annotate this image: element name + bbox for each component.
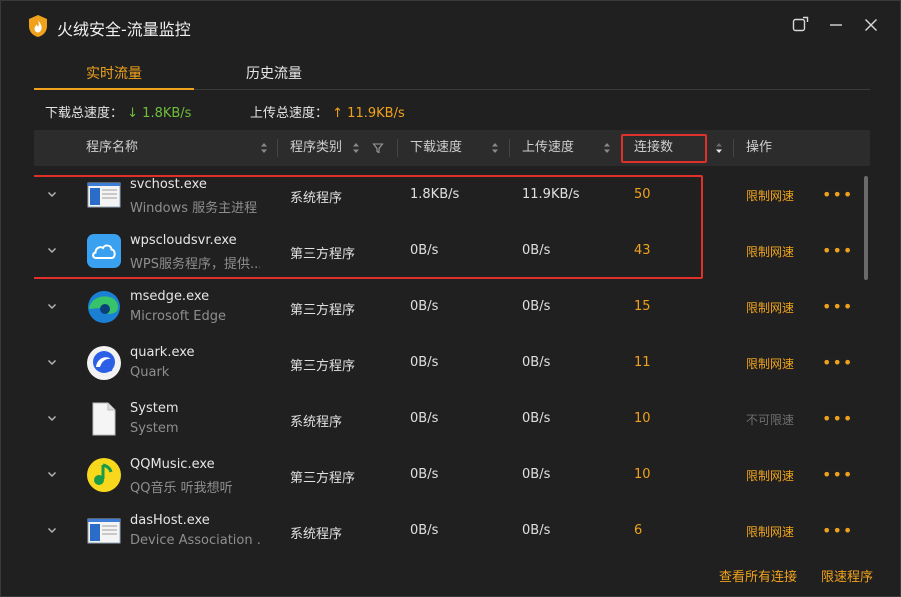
- more-options-button[interactable]: •••: [822, 465, 853, 484]
- tab-history-traffic[interactable]: 历史流量: [194, 63, 354, 83]
- sort-icon[interactable]: [491, 141, 499, 155]
- download-speed: 0B/s: [410, 523, 439, 538]
- highlight-box-connections: [621, 134, 707, 163]
- connection-count: 6: [634, 523, 643, 538]
- more-options-button[interactable]: •••: [822, 185, 853, 204]
- speed-limit-unavailable: 不可限速: [746, 413, 795, 427]
- process-description: Microsoft Edge: [130, 309, 227, 324]
- sort-icon[interactable]: [603, 141, 611, 155]
- chevron-down-icon[interactable]: [46, 524, 58, 536]
- column-header-action: 操作: [746, 140, 773, 155]
- qqmusic-icon: [86, 457, 122, 493]
- process-category: 第三方程序: [290, 359, 356, 374]
- table-row[interactable]: QQMusic.exe QQ音乐 听我想听 第三方程序 0B/s 0B/s 10…: [34, 448, 870, 504]
- view-all-connections-link[interactable]: 查看所有连接: [719, 566, 797, 585]
- table-row[interactable]: System System 系统程序 0B/s 0B/s 10 不可限速 •••: [34, 392, 870, 448]
- connection-count: 10: [634, 411, 651, 426]
- process-table-body: svchost.exe Windows 服务主进程 系统程序 1.8KB/s 1…: [34, 168, 870, 546]
- process-category: 第三方程序: [290, 471, 356, 486]
- process-name: dasHost.exe: [130, 513, 210, 528]
- quark-icon: [86, 345, 122, 381]
- table-row[interactable]: dasHost.exe Device Association ... 系统程序 …: [34, 504, 870, 546]
- column-divider: [397, 139, 398, 157]
- window-title: 火绒安全-流量监控: [57, 20, 191, 39]
- column-header-upload[interactable]: 上传速度: [522, 130, 574, 166]
- download-total-speed: 下载总速度： ↓ 1.8KB/s: [45, 102, 191, 121]
- limit-speed-button[interactable]: 限制网速: [746, 523, 794, 540]
- connection-count: 11: [634, 355, 651, 370]
- upload-speed: 0B/s: [522, 411, 551, 426]
- upload-total-label: 上传总速度：: [250, 106, 329, 121]
- filter-icon[interactable]: [372, 141, 384, 155]
- column-header-name[interactable]: 程序名称: [86, 130, 138, 166]
- file-icon: [86, 401, 122, 437]
- sort-icon[interactable]: [260, 141, 268, 155]
- process-description: System: [130, 421, 179, 436]
- process-category: 系统程序: [290, 415, 343, 430]
- upload-total-value: ↑ 11.9KB/s: [332, 106, 405, 121]
- upload-speed: 0B/s: [522, 299, 551, 314]
- upload-total-speed: 上传总速度： ↑ 11.9KB/s: [250, 102, 405, 121]
- chevron-down-icon[interactable]: [46, 356, 58, 368]
- active-tab-indicator: [34, 88, 194, 90]
- more-options-button[interactable]: •••: [822, 521, 853, 540]
- more-options-button[interactable]: •••: [822, 409, 853, 428]
- limit-speed-button[interactable]: 限制网速: [746, 299, 794, 316]
- column-divider: [733, 139, 734, 157]
- process-name: QQMusic.exe: [130, 457, 215, 472]
- process-name: System: [130, 401, 179, 416]
- tab-realtime-traffic[interactable]: 实时流量: [34, 63, 194, 83]
- download-total-label: 下载总速度：: [45, 106, 124, 121]
- process-category: 系统程序: [290, 527, 343, 542]
- download-speed: 0B/s: [410, 299, 439, 314]
- table-row[interactable]: quark.exe Quark 第三方程序 0B/s 0B/s 11 限制网速 …: [34, 336, 870, 392]
- download-speed: 0B/s: [410, 355, 439, 370]
- limit-speed-button[interactable]: 限制网速: [746, 243, 794, 260]
- download-speed: 0B/s: [410, 467, 439, 482]
- column-divider: [509, 139, 510, 157]
- limit-speed-button[interactable]: 限制网速: [746, 187, 794, 204]
- sort-descending-icon[interactable]: [715, 141, 723, 155]
- window-icon: [86, 513, 122, 546]
- sort-icon[interactable]: [352, 141, 360, 155]
- process-description: QQ音乐 听我想听: [130, 481, 233, 496]
- process-category: 第三方程序: [290, 303, 356, 318]
- more-options-button[interactable]: •••: [822, 241, 853, 260]
- process-name: quark.exe: [130, 345, 195, 360]
- connection-count: 15: [634, 299, 651, 314]
- limited-programs-link[interactable]: 限速程序: [821, 566, 873, 585]
- upload-speed: 0B/s: [522, 523, 551, 538]
- title-bar: 火绒安全-流量监控: [1, 1, 901, 49]
- column-divider: [277, 139, 278, 157]
- upload-speed: 0B/s: [522, 467, 551, 482]
- download-speed: 0B/s: [410, 411, 439, 426]
- restore-icon[interactable]: [790, 15, 810, 35]
- column-header-download[interactable]: 下载速度: [410, 130, 462, 166]
- close-icon[interactable]: [861, 15, 881, 35]
- column-header-category[interactable]: 程序类别: [290, 130, 342, 166]
- connection-count: 10: [634, 467, 651, 482]
- traffic-monitor-window: 火绒安全-流量监控 实时流量 历史流量 下载总速度： ↓ 1.8KB/s 上传总…: [0, 0, 901, 597]
- table-row[interactable]: msedge.exe Microsoft Edge 第三方程序 0B/s 0B/…: [34, 280, 870, 336]
- download-total-value: ↓ 1.8KB/s: [127, 106, 192, 121]
- chevron-down-icon[interactable]: [46, 300, 58, 312]
- highlight-box-rows: [34, 175, 703, 279]
- table-header: 程序名称 程序类别 下载速度 上传速度 连接数 操作: [34, 130, 870, 166]
- process-description: Device Association ...: [130, 533, 260, 546]
- limit-speed-button[interactable]: 限制网速: [746, 467, 794, 484]
- vertical-scrollbar[interactable]: [864, 176, 868, 280]
- process-name: msedge.exe: [130, 289, 210, 304]
- process-description: Quark: [130, 365, 170, 380]
- more-options-button[interactable]: •••: [822, 353, 853, 372]
- chevron-down-icon[interactable]: [46, 412, 58, 424]
- minimize-icon[interactable]: [826, 15, 846, 35]
- huorong-logo-icon: [27, 14, 49, 38]
- chevron-down-icon[interactable]: [46, 468, 58, 480]
- upload-speed: 0B/s: [522, 355, 551, 370]
- tab-bar: 实时流量 历史流量: [34, 56, 870, 90]
- edge-icon: [86, 289, 122, 325]
- more-options-button[interactable]: •••: [822, 297, 853, 316]
- limit-speed-button[interactable]: 限制网速: [746, 355, 794, 372]
